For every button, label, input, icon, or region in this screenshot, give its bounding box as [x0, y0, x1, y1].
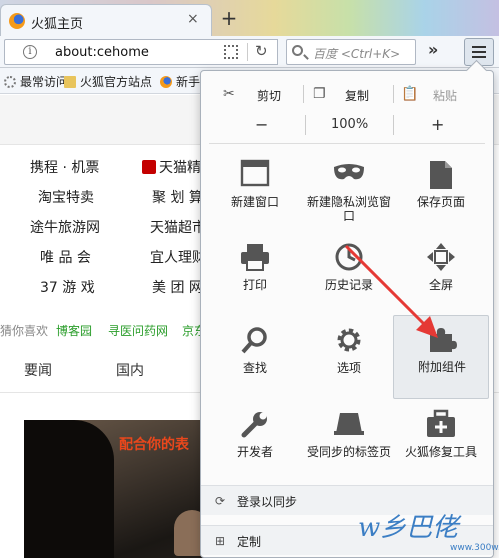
link-meituan[interactable]: 美 团 网	[152, 277, 203, 297]
link-37games[interactable]: 37 游 戏	[40, 277, 95, 297]
search-placeholder: 百度 <Ctrl+K>	[313, 47, 401, 61]
printer-icon	[207, 242, 303, 274]
url-bar[interactable]: i about:cehome ↻	[4, 39, 278, 65]
scissors-icon: ✂	[223, 86, 235, 102]
clock-icon	[301, 242, 397, 274]
zoom-separator	[393, 115, 394, 135]
search-icon	[292, 45, 303, 56]
link-tmall[interactable]: 天猫精	[142, 157, 201, 177]
tab-homepage[interactable]: 火狐主页 ×	[0, 4, 212, 36]
zoom-in-button[interactable]: +	[431, 115, 444, 134]
toolbox-icon	[393, 409, 489, 441]
qr-code-icon[interactable]	[224, 45, 238, 59]
new-window-button[interactable]: 新建窗口	[207, 151, 303, 233]
synced-tabs-icon	[301, 409, 397, 441]
mask-icon	[301, 159, 397, 191]
fullscreen-button[interactable]: 全屏	[393, 234, 489, 316]
bookmark-most-visited[interactable]: 最常访问	[4, 73, 68, 90]
watermark-url: www.300w.com	[450, 543, 499, 553]
new-tab-button[interactable]: +	[218, 6, 240, 30]
bookmark-newbie[interactable]: 新手	[160, 73, 200, 90]
synced-tabs-button[interactable]: 受同步的标签页	[301, 401, 397, 483]
zoom-out-button[interactable]: −	[255, 115, 268, 134]
tab-headlines[interactable]: 要闻	[24, 360, 52, 380]
photo-foreground-figure	[24, 420, 114, 558]
most-visited-icon	[4, 76, 16, 88]
history-button[interactable]: 历史记录	[301, 234, 397, 316]
private-window-button[interactable]: 新建隐私浏览窗口	[301, 151, 397, 233]
recommend-link[interactable]: 寻医问药网	[108, 322, 168, 339]
copy-icon: ❐	[313, 86, 326, 102]
info-icon[interactable]: i	[23, 45, 37, 59]
search-input[interactable]: 百度 <Ctrl+K>	[286, 39, 416, 65]
developer-button[interactable]: 开发者	[207, 401, 303, 483]
menu-divider	[209, 143, 485, 144]
wrench-icon	[207, 409, 303, 441]
fullscreen-icon	[393, 242, 489, 274]
firefox-menu-panel: ✂ 剪切 ❐ 复制 📋 粘贴 − 100% + 新建窗口 新建隐私浏览窗口 保存…	[200, 70, 494, 558]
link-juhuasuan[interactable]: 聚 划 算	[152, 187, 203, 207]
firefox-icon	[9, 13, 25, 29]
plus-box-icon: ⊞	[215, 534, 226, 548]
clipboard-icon: 📋	[401, 86, 419, 102]
tab-title: 火狐主页	[31, 17, 84, 32]
firefox-icon	[160, 76, 172, 88]
bookmark-firefox-official[interactable]: 火狐官方站点	[64, 73, 152, 90]
tab-strip: 火狐主页 × +	[0, 0, 499, 36]
puzzle-icon	[394, 324, 490, 356]
watermark-logo: w乡巴佬	[358, 513, 459, 543]
link-yiren[interactable]: 宜人理财	[150, 247, 206, 267]
url-text[interactable]: about:cehome	[55, 45, 149, 60]
navigation-bar: i about:cehome ↻ 百度 <Ctrl+K> »	[0, 36, 499, 68]
link-ctrip[interactable]: 携程 · 机票	[30, 157, 99, 177]
zoom-reset-button[interactable]: 100%	[331, 117, 368, 132]
page-icon	[393, 159, 489, 191]
link-taobao-sale[interactable]: 淘宝特卖	[38, 187, 94, 207]
addons-button[interactable]: 附加组件	[393, 315, 489, 399]
tab-close-icon[interactable]: ×	[187, 11, 199, 27]
options-button[interactable]: 选项	[301, 317, 397, 399]
link-tmall-supermarket[interactable]: 天猫超市	[150, 217, 206, 237]
paste-button[interactable]: 📋 粘贴	[397, 79, 487, 109]
link-tuniu[interactable]: 途牛旅游网	[30, 217, 100, 237]
edit-separator	[393, 85, 394, 103]
recommend-link[interactable]: 博客园	[56, 322, 92, 339]
find-button[interactable]: 查找	[207, 317, 303, 399]
url-separator	[247, 43, 248, 61]
toolbar-overflow-button[interactable]: »	[428, 40, 438, 59]
print-button[interactable]: 打印	[207, 234, 303, 316]
edit-controls: ✂ 剪切 ❐ 复制 📋 粘贴	[201, 79, 493, 109]
link-vip[interactable]: 唯 品 会	[40, 247, 91, 267]
zoom-controls: − 100% +	[201, 113, 493, 139]
sync-icon: ⟳	[215, 494, 226, 508]
recommend-lead: 猜你喜欢	[0, 324, 49, 338]
search-icon	[207, 325, 303, 357]
save-page-button[interactable]: 保存页面	[393, 151, 489, 233]
photo-caption: 配合你的表	[119, 437, 189, 453]
window-icon	[207, 159, 303, 191]
cut-button[interactable]: ✂ 剪切	[211, 79, 301, 109]
hamburger-icon	[472, 46, 486, 58]
reload-icon[interactable]: ↻	[255, 42, 268, 60]
edit-separator	[303, 85, 304, 103]
folder-icon	[64, 76, 76, 88]
zoom-separator	[305, 115, 306, 135]
tmall-icon	[142, 160, 156, 174]
copy-button[interactable]: ❐ 复制	[307, 79, 395, 109]
tab-domestic[interactable]: 国内	[116, 360, 144, 380]
gear-icon	[301, 325, 397, 357]
watermark: w乡巴佬 www.300w.com	[340, 505, 499, 555]
repair-tool-button[interactable]: 火狐修复工具	[393, 401, 489, 483]
